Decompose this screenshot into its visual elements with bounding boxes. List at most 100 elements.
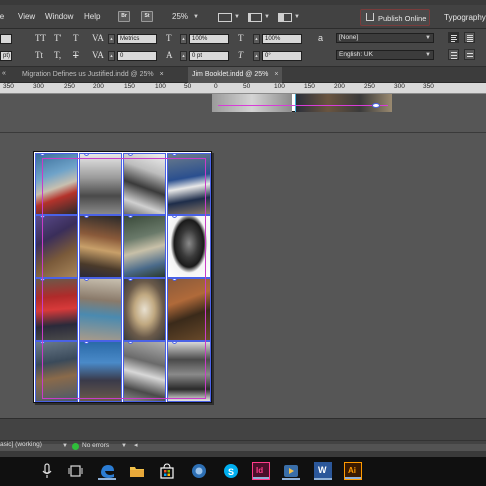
photo-frame[interactable] <box>79 153 122 215</box>
photo-frame[interactable] <box>123 278 166 341</box>
view-options-chevron-down-icon[interactable]: ▼ <box>234 14 240 20</box>
previous-page[interactable] <box>212 94 392 112</box>
illustrator-icon[interactable]: Ai <box>344 462 362 480</box>
photo-frame[interactable] <box>167 278 211 341</box>
kerning-stepper[interactable]: ▲ <box>108 34 115 44</box>
tab-migration-document[interactable]: Migration Defines us Justified.indd @ 25… <box>18 67 168 83</box>
close-icon[interactable]: × <box>160 71 164 78</box>
edge-icon[interactable] <box>98 462 116 480</box>
arrange-documents-icon[interactable] <box>278 13 292 22</box>
photo-frame[interactable] <box>123 153 166 215</box>
horizontal-scale-stepper[interactable]: ▲ <box>253 34 260 44</box>
arrange-chevron-down-icon[interactable]: ▼ <box>294 14 300 20</box>
baseline-shift-field[interactable]: 0 pt <box>189 51 229 61</box>
content-grabber-icon[interactable] <box>372 103 380 108</box>
content-grabber-icon[interactable] <box>128 216 133 218</box>
align-left-button[interactable] <box>448 32 459 43</box>
do-not-align-grid-button[interactable] <box>448 49 459 60</box>
menu-file[interactable]: le <box>0 12 4 21</box>
screen-mode-chevron-down-icon[interactable]: ▼ <box>264 14 270 20</box>
content-grabber-icon[interactable] <box>128 342 133 344</box>
content-grabber-icon[interactable] <box>84 154 89 156</box>
store-icon[interactable] <box>158 462 176 480</box>
file-explorer-icon[interactable] <box>128 462 146 480</box>
scroll-left-icon[interactable]: ◂ <box>134 441 138 449</box>
word-icon[interactable]: W <box>314 462 332 480</box>
content-grabber-icon[interactable] <box>84 279 89 281</box>
vertical-scale-field[interactable]: 100% <box>189 34 229 44</box>
align-grid-button[interactable] <box>464 49 475 60</box>
photo-frame[interactable] <box>123 341 166 402</box>
content-grabber-icon[interactable] <box>172 279 177 281</box>
photo-frame[interactable] <box>79 341 122 402</box>
content-grabber-icon[interactable] <box>128 154 133 156</box>
content-grabber-icon[interactable] <box>172 154 177 156</box>
skype-icon[interactable]: S <box>222 462 240 480</box>
preflight-profile[interactable]: asic] (working) <box>0 441 42 448</box>
tab-scroll-icon[interactable]: « <box>2 70 6 77</box>
content-grabber-icon[interactable] <box>40 342 45 344</box>
horizontal-scale-field[interactable]: 100% <box>262 34 302 44</box>
menu-window[interactable]: Window <box>45 12 73 21</box>
tracking-stepper[interactable]: ▲ <box>108 51 115 61</box>
baseline-shift-stepper[interactable]: ▲ <box>180 51 187 61</box>
content-grabber-icon[interactable] <box>40 216 45 218</box>
screen-mode-icon[interactable] <box>248 13 262 22</box>
character-style-select[interactable]: [None] <box>336 33 434 43</box>
photo-frame[interactable] <box>35 215 78 278</box>
language-chevron-down-icon[interactable]: ▼ <box>425 52 431 58</box>
kerning-field[interactable]: Metrics <box>117 34 157 44</box>
all-caps-button[interactable]: TT <box>35 33 46 43</box>
photo-frame[interactable] <box>35 153 78 215</box>
leading-field[interactable]: pt) <box>0 51 12 61</box>
photo-frame[interactable] <box>79 278 122 341</box>
photo-frame[interactable] <box>167 341 211 402</box>
photo-frame[interactable] <box>167 153 211 215</box>
close-icon[interactable]: × <box>274 71 278 78</box>
mic-icon[interactable] <box>38 462 56 480</box>
strikethrough-button[interactable]: T <box>73 50 79 60</box>
tracking-field[interactable]: 0 <box>117 51 157 61</box>
chrome-icon[interactable] <box>190 462 208 480</box>
zoom-chevron-down-icon[interactable]: ▼ <box>193 14 199 20</box>
publish-online-button[interactable]: Publish Online <box>360 9 430 26</box>
zoom-level[interactable]: 25% <box>172 12 188 21</box>
content-grabber-icon[interactable] <box>128 279 133 281</box>
photo-frame[interactable] <box>212 94 292 112</box>
language-select[interactable]: English: UK <box>336 50 434 60</box>
tab-jim-booklet[interactable]: Jim Booklet.indd @ 25% × <box>188 67 283 83</box>
media-player-icon[interactable] <box>282 462 300 480</box>
view-options-icon[interactable] <box>218 13 232 22</box>
profile-chevron-down-icon[interactable]: ▼ <box>62 443 68 449</box>
bridge-button[interactable]: Br <box>118 11 130 22</box>
superscript-button[interactable]: T' <box>54 33 61 43</box>
char-style-chevron-down-icon[interactable]: ▼ <box>425 35 431 41</box>
errors-chevron-down-icon[interactable]: ▼ <box>121 443 127 449</box>
underline-button[interactable]: T <box>73 33 79 43</box>
preflight-errors-text[interactable]: No errors <box>82 442 109 449</box>
font-size-field[interactable] <box>0 34 12 44</box>
photo-frame[interactable] <box>79 215 122 278</box>
small-caps-button[interactable]: Tt <box>35 50 43 60</box>
vertical-scale-stepper[interactable]: ▲ <box>180 34 187 44</box>
content-grabber-icon[interactable] <box>84 342 89 344</box>
subscript-button[interactable]: T, <box>54 50 61 60</box>
content-grabber-icon[interactable] <box>40 154 45 156</box>
photo-frame[interactable] <box>35 341 78 402</box>
content-grabber-icon[interactable] <box>172 216 177 218</box>
content-grabber-icon[interactable] <box>84 216 89 218</box>
photo-frame[interactable] <box>35 278 78 341</box>
skew-stepper[interactable]: ▲ <box>253 51 260 61</box>
photo-frame[interactable] <box>167 215 211 278</box>
content-grabber-icon[interactable] <box>40 279 45 281</box>
task-view-icon[interactable] <box>66 462 84 480</box>
menu-view[interactable]: View <box>18 12 35 21</box>
align-center-button[interactable] <box>464 32 475 43</box>
horizontal-ruler[interactable]: 350 300 250 200 150 100 50 0 50 100 150 … <box>0 83 486 94</box>
workspace-switcher[interactable]: Typography <box>444 13 486 22</box>
stock-button[interactable]: St <box>141 11 153 22</box>
content-grabber-icon[interactable] <box>172 342 177 344</box>
indesign-icon[interactable]: Id <box>252 462 270 480</box>
menu-help[interactable]: Help <box>84 12 100 21</box>
photo-frame[interactable] <box>123 215 166 278</box>
